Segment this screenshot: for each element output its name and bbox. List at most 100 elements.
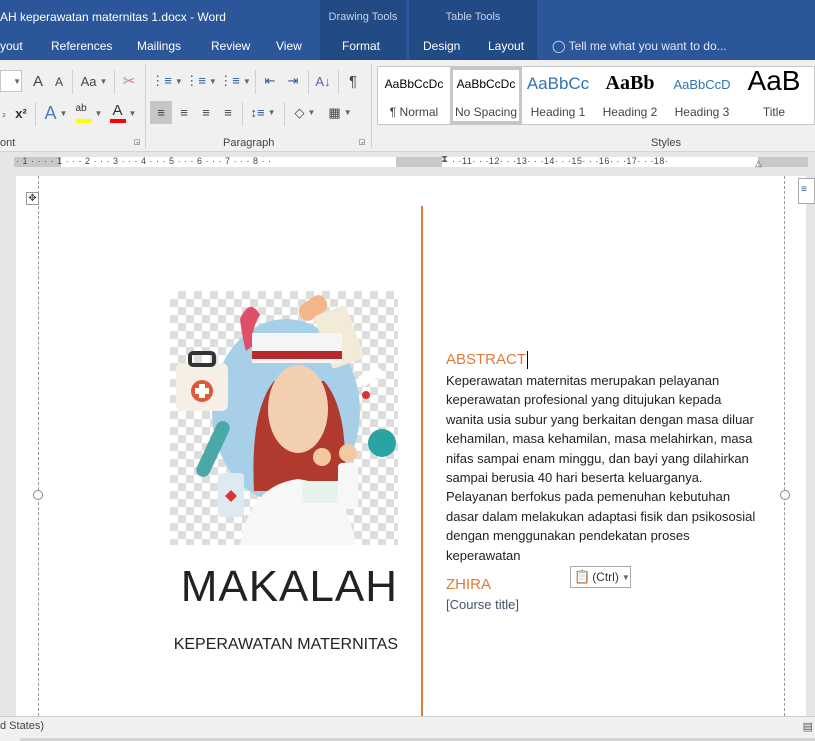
grow-font-button[interactable]: A — [28, 70, 48, 92]
decrease-indent-icon: ⇤ — [264, 73, 276, 88]
align-right-icon: ≡ — [202, 105, 210, 120]
tab-layout[interactable]: yout — [0, 39, 23, 53]
tell-me-box[interactable]: ◯ Tell me what you want to do... — [552, 39, 727, 53]
align-center-button[interactable]: ≡ — [174, 101, 194, 124]
tab-design[interactable]: Design — [423, 39, 460, 53]
line-spacing-button[interactable]: ↕≡ ▼ — [248, 101, 278, 124]
justify-icon: ≡ — [224, 105, 232, 120]
abstract-body[interactable]: Keperawatan maternitas merupakan pelayan… — [446, 371, 756, 565]
numbering-icon: ⋮≡ — [185, 73, 206, 88]
paragraph-dialog-launcher[interactable]: ◲ — [358, 138, 366, 146]
style-heading-2[interactable]: AaBb Heading 2 — [594, 67, 666, 124]
shading-button[interactable]: ◇ ▼ — [290, 101, 320, 124]
text-effects-button[interactable]: A ▼ — [42, 102, 70, 124]
borders-button[interactable]: ▦ ▼ — [325, 101, 355, 124]
align-left-button[interactable]: ≡ — [150, 101, 172, 124]
change-case-icon: Aa — [80, 73, 97, 89]
document-page[interactable]: ✥ MAKALAH KEPERAWATAN MATERNITAS ABSTRAC… — [16, 176, 806, 716]
table-gridline-right — [784, 176, 785, 716]
ruler-numbers-left: · 1 · · · · 1 · · · 2 · · · 3 · · · 4 · … — [16, 156, 272, 166]
title-bar: AH keperawatan maternitas 1.docx - Word … — [0, 0, 815, 60]
resize-handle-right[interactable] — [780, 490, 790, 500]
clear-formatting-button[interactable]: ✂ — [118, 70, 140, 92]
eraser-icon: ✂ — [122, 73, 136, 90]
tab-format[interactable]: Format — [342, 39, 380, 53]
tell-me-placeholder: Tell me what you want to do... — [568, 39, 727, 53]
table-tools-label: Table Tools — [445, 11, 501, 23]
tab-table-layout[interactable]: Layout — [488, 39, 524, 53]
document-title: AH keperawatan maternitas 1.docx - Word — [0, 10, 226, 24]
author-name[interactable]: ZHIRA — [446, 576, 491, 593]
drawing-tools-label: Drawing Tools — [328, 11, 398, 23]
show-formatting-button[interactable]: ¶ — [343, 70, 363, 92]
sort-az-icon: A↓ — [315, 73, 331, 89]
style-heading-3[interactable]: AaBbCcD Heading 3 — [666, 67, 738, 124]
abstract-heading[interactable]: ABSTRACT — [446, 351, 529, 370]
style-preview: AaBbCcD — [673, 77, 731, 92]
first-line-indent-marker[interactable]: ⧗ — [441, 154, 448, 165]
shrink-font-icon: A — [54, 75, 63, 89]
document-title[interactable]: MAKALAH — [166, 562, 398, 612]
layout-options-button[interactable]: ≡ — [798, 178, 815, 204]
sort-button[interactable]: A↓ — [313, 70, 333, 92]
table-move-handle[interactable]: ✥ — [26, 192, 39, 205]
read-mode-icon[interactable]: ▤ — [803, 720, 813, 733]
superscript-button[interactable]: x² — [12, 102, 30, 124]
tab-review[interactable]: Review — [211, 39, 250, 53]
style-heading-1[interactable]: AaBbCc Heading 1 — [522, 67, 594, 124]
right-indent-marker[interactable]: △ — [755, 158, 762, 169]
change-case-button[interactable]: Aa ▼ — [78, 70, 110, 92]
bullets-icon: ⋮≡ — [151, 73, 172, 88]
font-dialog-launcher[interactable]: ◲ — [133, 138, 141, 146]
style-name: Heading 2 — [602, 105, 658, 119]
language-indicator[interactable]: d States) — [0, 720, 44, 732]
style-name: Heading 3 — [674, 105, 730, 119]
resize-handle-left[interactable] — [33, 490, 43, 500]
bullets-button[interactable]: ⋮≡ ▼ — [151, 70, 183, 92]
style-name: ¶ Normal — [389, 105, 439, 119]
font-size-dropdown[interactable]: ▼ — [0, 70, 22, 92]
patient-icon — [313, 448, 331, 466]
tab-mailings[interactable]: Mailings — [137, 39, 181, 53]
shrink-font-button[interactable]: A — [50, 72, 68, 92]
paragraph-group-label: Paragraph — [223, 137, 275, 149]
subscript-icon: ₂ — [2, 107, 6, 119]
font-color-icon: A — [109, 102, 126, 123]
ribbon: ▼ A A Aa ▼ ✂ ₂ x² A ▼ ab ▼ A ▼ ont ◲ ⋮≡ ▼ ⋮≡ ▼… — [0, 60, 815, 152]
paint-bucket-icon: ◇ — [294, 104, 305, 120]
style-name: Title — [762, 105, 786, 119]
document-subtitle[interactable]: KEPERAWATAN MATERNITAS — [146, 636, 398, 654]
borders-icon: ▦ — [328, 104, 341, 120]
ruler-numbers-right: · ·11· · ·12· · ·13· · ·14· · ·15· · ·16… — [452, 156, 669, 166]
text-effects-icon: A — [44, 102, 57, 123]
increase-indent-icon: ⇥ — [287, 73, 299, 88]
paste-options-button[interactable]: 📋 (Ctrl) ▼ — [570, 566, 631, 588]
course-title-placeholder[interactable]: [Course title] — [446, 597, 519, 612]
grow-font-icon: A — [32, 72, 43, 90]
style-no-spacing[interactable]: AaBbCcDc No Spacing — [450, 67, 522, 124]
align-right-button[interactable]: ≡ — [196, 101, 216, 124]
highlight-button[interactable]: ab ▼ — [74, 102, 104, 124]
style-name: No Spacing — [454, 105, 518, 119]
nurse-illustration[interactable] — [170, 291, 398, 545]
multilevel-list-button[interactable]: ⋮≡ ▼ — [219, 70, 251, 92]
horizontal-ruler[interactable]: · 1 · · · · 1 · · · 2 · · · 3 · · · 4 · … — [0, 152, 815, 176]
tab-references[interactable]: References — [51, 39, 112, 53]
increase-indent-button[interactable]: ⇥ — [283, 70, 303, 92]
style-normal[interactable]: AaBbCcDc ¶ Normal — [378, 67, 450, 124]
ruler-column-gap — [396, 157, 442, 167]
numbering-button[interactable]: ⋮≡ ▼ — [185, 70, 217, 92]
font-color-button[interactable]: A ▼ — [108, 102, 138, 124]
justify-button[interactable]: ≡ — [218, 101, 238, 124]
nurse-illustration-svg — [176, 295, 396, 545]
chevron-down-icon: ▼ — [13, 76, 21, 86]
align-left-icon: ≡ — [157, 105, 165, 120]
chevron-down-icon: ▼ — [621, 572, 630, 582]
clipboard-icon: 📋 — [574, 569, 591, 584]
hospital-bed-icon — [302, 481, 338, 503]
superscript-icon: x² — [15, 105, 27, 121]
style-title[interactable]: AaB Title — [738, 65, 810, 124]
decrease-indent-button[interactable]: ⇤ — [260, 70, 280, 92]
tab-view[interactable]: View — [276, 39, 302, 53]
subscript-button[interactable]: ₂ — [0, 102, 8, 124]
